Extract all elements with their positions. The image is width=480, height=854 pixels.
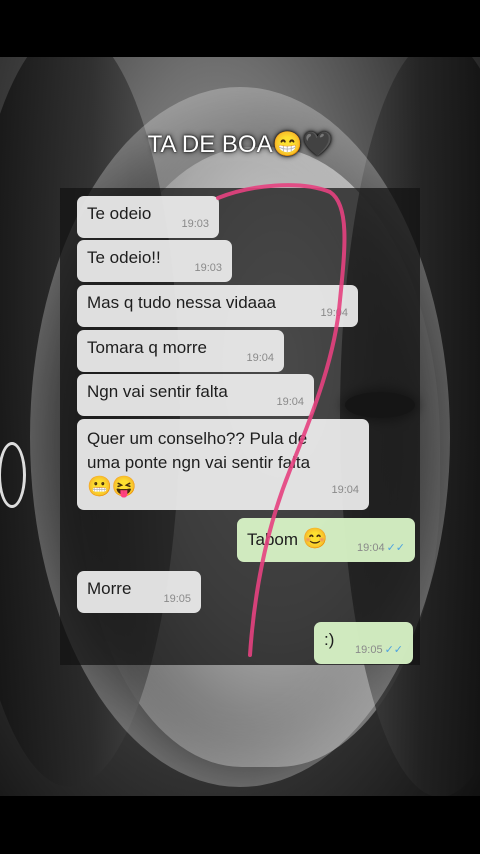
message-text-line1: Quer um conselho?? Pula de — [87, 429, 308, 448]
caption-emoji: 😁🖤 — [272, 131, 333, 158]
message-bubble-outgoing[interactable]: :) 19:05 ✓✓ — [314, 622, 413, 664]
message-text: Tomara q morre — [87, 338, 207, 357]
message-bubble[interactable]: Ngn vai sentir falta 19:04 — [77, 374, 314, 416]
message-time: 19:03 — [194, 262, 222, 274]
message-emoji: 😊 — [302, 528, 328, 550]
message-text-line2: uma ponte ngn vai sentir falta — [87, 453, 311, 472]
caption-title: TA DE BOA😁🖤 — [0, 130, 480, 159]
read-ticks-icon: ✓✓ — [386, 542, 405, 554]
message-text: Morre — [87, 579, 132, 598]
message-time: 19:04 ✓✓ — [357, 542, 405, 554]
message-time: 19:04 — [331, 484, 359, 496]
read-ticks-icon: ✓✓ — [384, 644, 403, 656]
message-time: 19:05 — [163, 593, 191, 605]
message-bubble[interactable]: Quer um conselho?? Pula de uma ponte ngn… — [77, 419, 369, 510]
message-time: 19:03 — [181, 218, 209, 230]
caption-text: TA DE BOA — [147, 131, 273, 158]
message-bubble[interactable]: Morre 19:05 — [77, 571, 201, 613]
message-text: Mas q tudo nessa vidaaa — [87, 293, 277, 312]
message-text: :) — [324, 630, 335, 649]
message-bubble[interactable]: Mas q tudo nessa vidaaa 19:04 — [77, 285, 358, 327]
message-text: Tabom — [247, 530, 299, 549]
message-bubble-outgoing[interactable]: Tabom 😊 19:04 ✓✓ — [237, 518, 415, 562]
message-time: 19:04 — [276, 396, 304, 408]
message-bubble[interactable]: Te odeio 19:03 — [77, 196, 219, 238]
message-text: Te odeio!! — [87, 248, 161, 267]
message-text: Te odeio — [87, 204, 152, 223]
message-time: 19:04 — [320, 307, 348, 319]
message-bubble[interactable]: Te odeio!! 19:03 — [77, 240, 232, 282]
message-text: Ngn vai sentir falta — [87, 382, 228, 401]
message-time: 19:04 — [246, 352, 274, 364]
message-emoji: 😬😝 — [87, 476, 137, 498]
message-time: 19:05 ✓✓ — [355, 644, 403, 656]
message-bubble[interactable]: Tomara q morre 19:04 — [77, 330, 284, 372]
